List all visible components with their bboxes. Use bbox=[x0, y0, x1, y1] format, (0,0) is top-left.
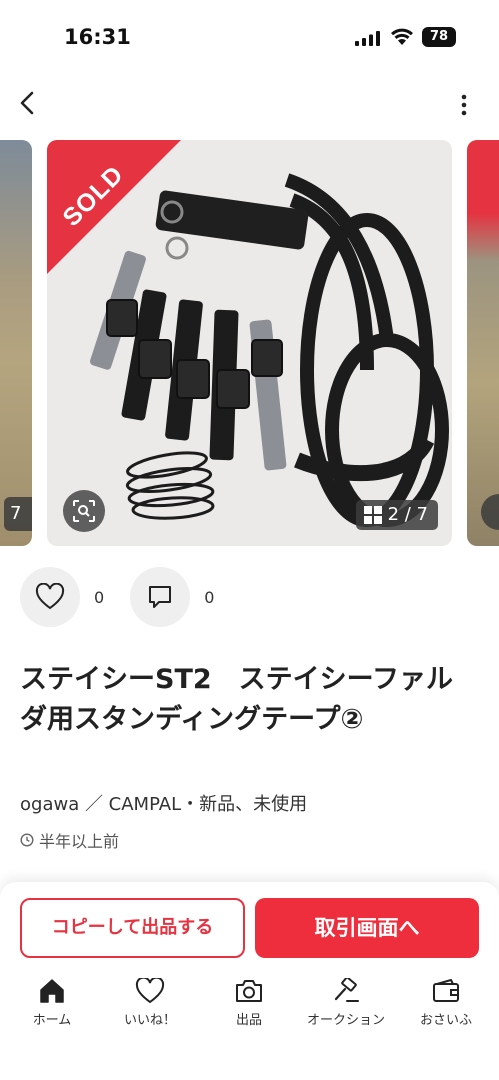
clock-icon bbox=[20, 833, 34, 847]
previous-image-counter: 7 bbox=[4, 497, 32, 531]
like-count: 0 bbox=[94, 587, 105, 607]
tab-wallet-label: おさいふ bbox=[419, 1013, 472, 1028]
next-image-scan-icon bbox=[481, 494, 499, 530]
image-counter[interactable]: 2 / 7 bbox=[355, 500, 438, 530]
comment-count: 0 bbox=[204, 587, 215, 607]
status-time: 16:31 bbox=[64, 25, 131, 49]
main-product-image[interactable]: SOLD 2 / 7 bbox=[47, 140, 452, 546]
reactions-row: 0 0 bbox=[20, 566, 240, 628]
tab-likes-label: いいね！ bbox=[123, 1013, 176, 1028]
tab-home[interactable]: ホーム bbox=[6, 978, 98, 1038]
back-arrow-icon[interactable] bbox=[14, 88, 42, 118]
comment-button[interactable] bbox=[130, 567, 191, 627]
more-options-icon[interactable] bbox=[452, 90, 476, 120]
status-bar: 16:31 78 bbox=[0, 0, 499, 72]
tab-auction-label: オークション bbox=[306, 1013, 385, 1028]
bottom-action-panel: コピーして出品する 取引画面へ ホーム いいね！ 出品 オークション おさいふ bbox=[0, 882, 499, 1080]
heart-icon bbox=[35, 583, 65, 610]
tab-likes[interactable]: いいね！ bbox=[104, 978, 196, 1038]
wifi-icon bbox=[391, 28, 413, 45]
posted-time-label: 半年以上前 bbox=[39, 832, 120, 851]
tab-sell[interactable]: 出品 bbox=[203, 978, 295, 1038]
copy-and-list-button[interactable]: コピーして出品する bbox=[20, 898, 245, 958]
previous-image[interactable]: 7 bbox=[0, 140, 32, 546]
tab-home-label: ホーム bbox=[32, 1013, 72, 1028]
tab-bar: ホーム いいね！ 出品 オークション おさいふ bbox=[0, 978, 499, 1038]
camera-icon bbox=[236, 980, 262, 1002]
tab-auction[interactable]: オークション bbox=[300, 978, 392, 1038]
grid-icon bbox=[363, 506, 382, 524]
next-image[interactable] bbox=[467, 140, 499, 546]
like-button[interactable] bbox=[20, 567, 80, 627]
battery-indicator: 78 bbox=[422, 27, 456, 47]
item-title: ステイシーST2 ステイシーファルダ用スタンディングテープ② bbox=[20, 664, 454, 735]
wallet-icon bbox=[433, 979, 459, 1002]
gavel-icon bbox=[334, 978, 359, 1002]
tab-sell-label: 出品 bbox=[235, 1013, 262, 1028]
item-brand-condition: ogawa ／ CAMPAL・新品、未使用 bbox=[20, 794, 308, 815]
posted-time: 半年以上前 bbox=[20, 828, 119, 852]
comment-icon bbox=[149, 586, 172, 608]
nav-bar bbox=[0, 80, 499, 128]
signal-icon bbox=[355, 31, 380, 46]
heart-icon bbox=[135, 978, 165, 1004]
tab-wallet[interactable]: おさいふ bbox=[400, 978, 492, 1038]
image-search-button[interactable] bbox=[63, 490, 105, 532]
image-carousel[interactable]: 7 SOLD 2 / 7 bbox=[0, 140, 499, 548]
home-icon bbox=[40, 979, 64, 1003]
scan-search-icon bbox=[73, 500, 95, 522]
image-counter-text: 2 / 7 bbox=[387, 504, 428, 525]
go-to-trade-button[interactable]: 取引画面へ bbox=[255, 898, 479, 958]
